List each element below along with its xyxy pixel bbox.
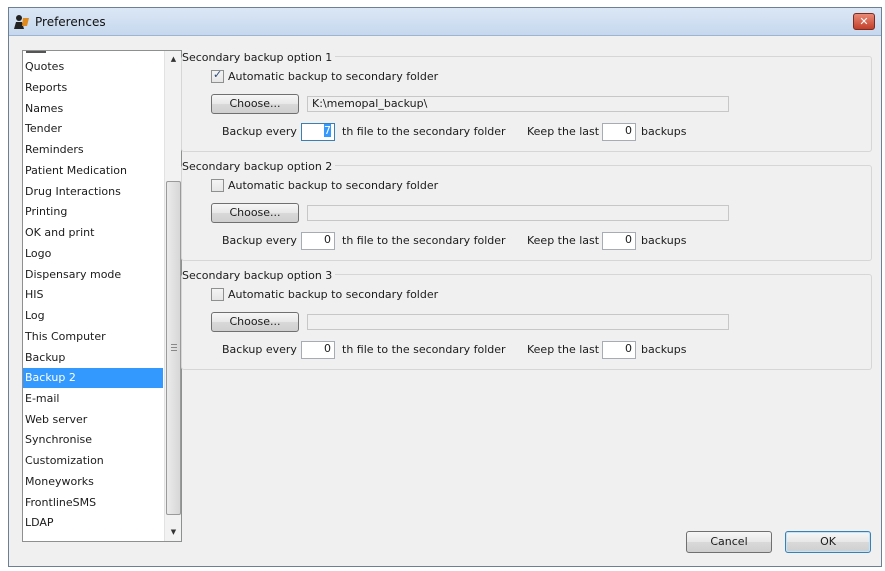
list-item[interactable]: FrontlineSMS (23, 493, 163, 513)
backups-label: backups (641, 125, 687, 138)
keep-last-label: Keep the last (527, 343, 600, 356)
close-button[interactable]: ✕ (853, 13, 875, 30)
backup-every-label: Backup every (222, 125, 297, 138)
list-item[interactable]: Printing (23, 202, 163, 222)
folder-path-field-1: K:\memopal_backup\ (307, 96, 729, 112)
backup-every-input-1[interactable]: 7 (301, 123, 335, 141)
backup-every-input-3[interactable]: 0 (301, 341, 335, 359)
group-title: Secondary backup option 2 (182, 160, 336, 173)
list-item[interactable]: Moneyworks (23, 472, 163, 492)
backups-label: backups (641, 234, 687, 247)
choose-folder-button-3[interactable]: Choose... (211, 312, 299, 332)
checkbox-label: Automatic backup to secondary folder (228, 179, 439, 192)
list-scrollbar[interactable]: ▲ ▼ (164, 51, 181, 541)
group-title: Secondary backup option 1 (182, 51, 336, 64)
list-item[interactable]: Patient Medication (23, 161, 163, 181)
keep-last-label: Keep the last (527, 125, 600, 138)
preferences-window: Preferences ✕ Quotes Reports Names Tende… (8, 7, 882, 567)
choose-folder-button-1[interactable]: Choose... (211, 94, 299, 114)
list-item[interactable]: Reports (23, 78, 163, 98)
app-icon (14, 15, 29, 29)
checkmark-icon: ✓ (213, 68, 223, 81)
list-item[interactable]: Customization (23, 451, 163, 471)
list-item[interactable]: LDAP (23, 513, 163, 533)
auto-backup-checkbox-2[interactable] (211, 179, 224, 192)
list-item[interactable]: Drug Interactions (23, 182, 163, 202)
folder-path-field-2 (307, 205, 729, 221)
grip-line (171, 344, 177, 345)
auto-backup-checkbox-3[interactable] (211, 288, 224, 301)
list-item[interactable]: Names (23, 99, 163, 119)
list-item[interactable]: Dispensary mode (23, 265, 163, 285)
list-item[interactable]: Logo (23, 244, 163, 264)
preferences-category-list[interactable]: Quotes Reports Names Tender Reminders Pa… (22, 50, 182, 542)
list-item[interactable]: OK and print (23, 223, 163, 243)
th-file-label: th file to the secondary folder (342, 343, 506, 356)
ok-button[interactable]: OK (785, 531, 871, 553)
scroll-thumb[interactable] (166, 181, 181, 515)
keep-last-label: Keep the last (527, 234, 600, 247)
backups-label: backups (641, 343, 687, 356)
th-file-label: th file to the secondary folder (342, 125, 506, 138)
folder-path-field-3 (307, 314, 729, 330)
close-icon: ✕ (859, 15, 869, 28)
list-item-selected[interactable]: Backup 2 (23, 368, 163, 388)
list-item[interactable]: E-mail (23, 389, 163, 409)
backup-every-label: Backup every (222, 234, 297, 247)
window-title: Preferences (35, 15, 106, 29)
checkbox-label: Automatic backup to secondary folder (228, 70, 439, 83)
list-item[interactable]: Log (23, 306, 163, 326)
list-item[interactable]: Tender (23, 119, 163, 139)
list-item[interactable]: Backup (23, 348, 163, 368)
scroll-up-icon[interactable]: ▲ (165, 51, 181, 68)
keep-last-input-2[interactable]: 0 (602, 232, 636, 250)
cancel-button[interactable]: Cancel (686, 531, 772, 553)
backup-every-label: Backup every (222, 343, 297, 356)
choose-folder-button-2[interactable]: Choose... (211, 203, 299, 223)
list-item[interactable]: Quotes (23, 57, 163, 77)
list-item-partial (26, 51, 46, 54)
keep-last-input-1[interactable]: 0 (602, 123, 636, 141)
grip-line (171, 350, 177, 351)
th-file-label: th file to the secondary folder (342, 234, 506, 247)
list-item[interactable]: Reminders (23, 140, 163, 160)
title-bar[interactable]: Preferences ✕ (9, 8, 881, 36)
list-item[interactable]: This Computer (23, 327, 163, 347)
grip-line (171, 347, 177, 348)
list-item[interactable]: HIS (23, 285, 163, 305)
group-title: Secondary backup option 3 (182, 269, 336, 282)
auto-backup-checkbox-1[interactable]: ✓ (211, 68, 224, 83)
backup-every-input-2[interactable]: 0 (301, 232, 335, 250)
keep-last-input-3[interactable]: 0 (602, 341, 636, 359)
list-item[interactable]: Web server (23, 410, 163, 430)
list-item[interactable]: Synchronise (23, 430, 163, 450)
checkbox-label: Automatic backup to secondary folder (228, 288, 439, 301)
scroll-down-icon[interactable]: ▼ (165, 524, 181, 541)
